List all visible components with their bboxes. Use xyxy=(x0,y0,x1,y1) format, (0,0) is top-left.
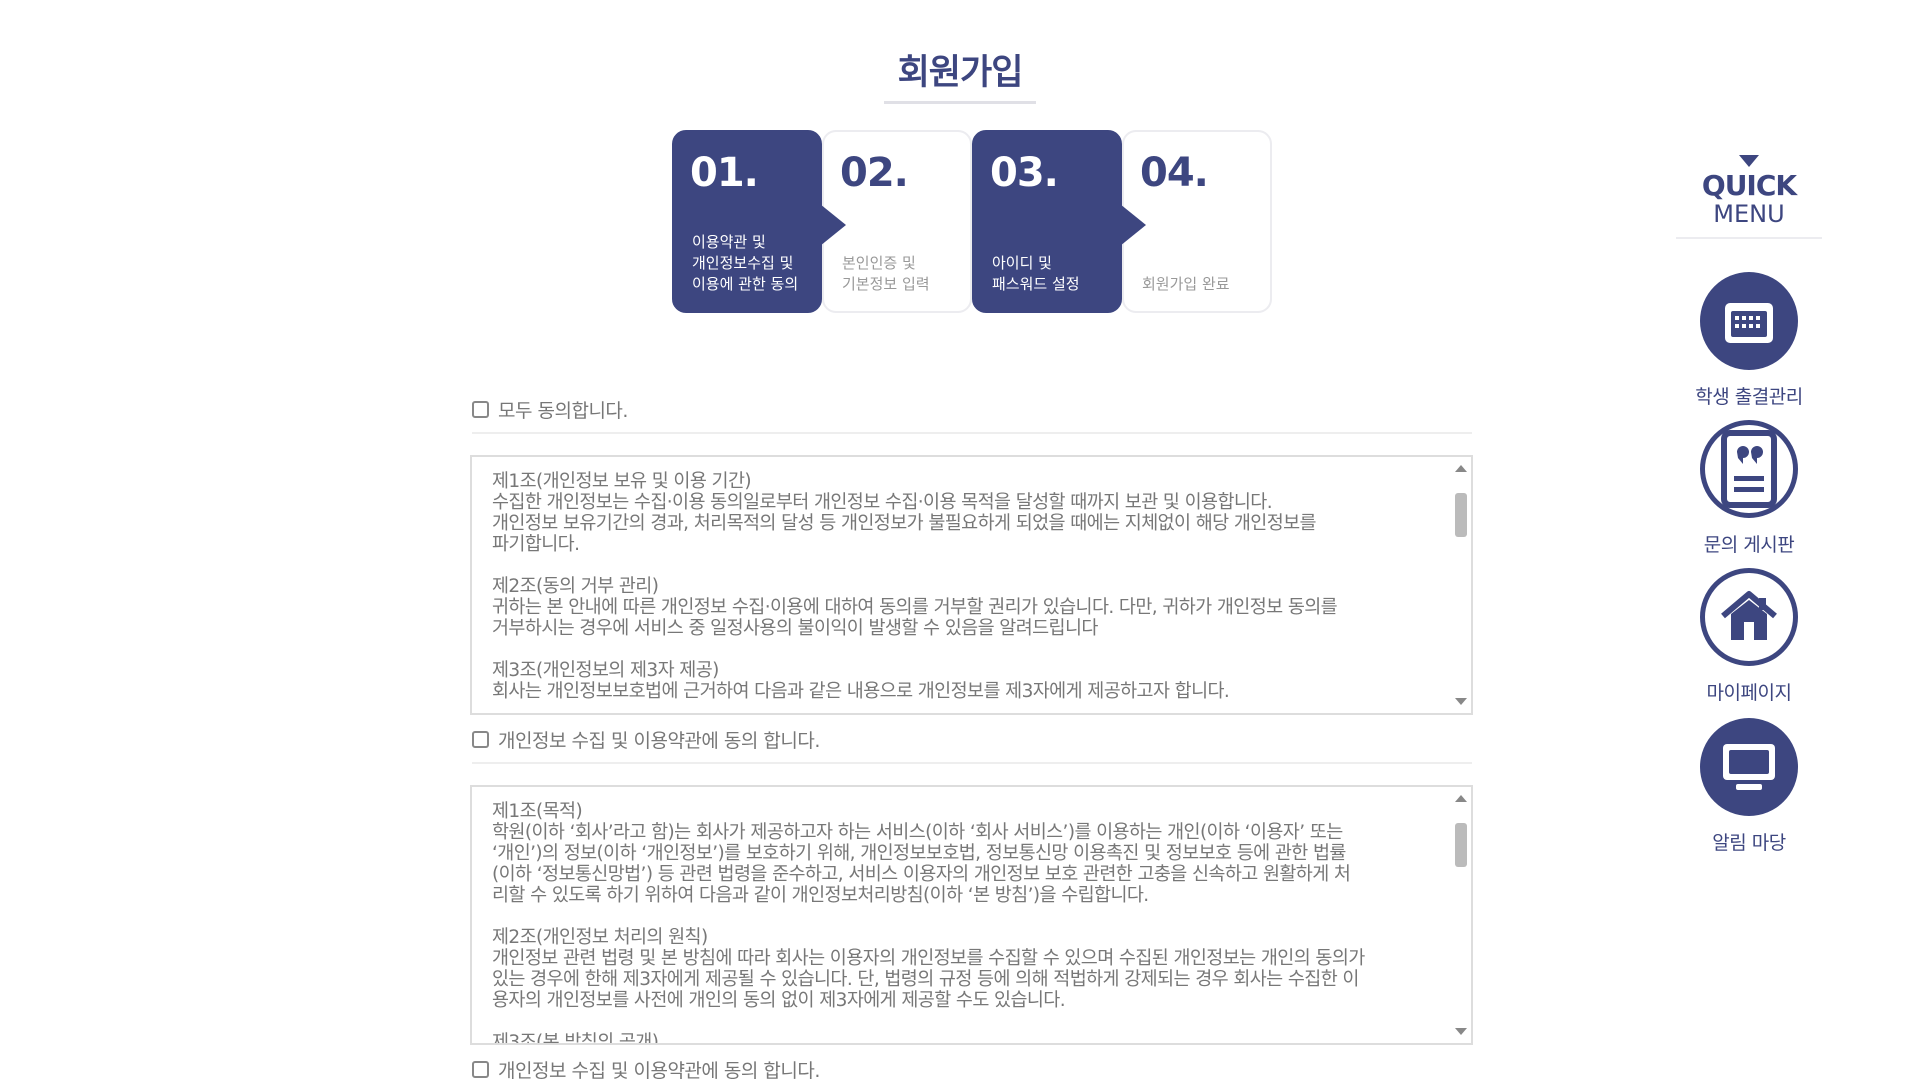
agree-all-checkbox[interactable] xyxy=(472,400,489,418)
step-description: 본인인증 및 기본정보 입력 xyxy=(842,254,930,293)
quick-item-label[interactable]: 문의 게시판 xyxy=(1676,530,1822,557)
scrollbar[interactable] xyxy=(1449,787,1471,1043)
step-3: 03. 아이디 및 패스워드 설정 xyxy=(972,130,1146,313)
quick-menu-header: QUICK MENU xyxy=(1676,155,1822,239)
terms-text: 제1조(개인정보 보유 및 이용 기간) 수집한 개인정보는 수집·이용 동의일로… xyxy=(492,471,1338,702)
step-number: 01. xyxy=(690,150,759,196)
terms-box-privacy-policy[interactable]: 제1조(목적) 학원(이하 ‘회사’라고 함)는 회사가 제공하고자 하는 서비스… xyxy=(470,785,1473,1045)
quote-note-icon[interactable] xyxy=(1700,420,1798,518)
scroll-thumb[interactable] xyxy=(1455,823,1467,867)
quick-item-inquiry-board[interactable]: 문의 게시판 xyxy=(1676,420,1822,557)
quick-item-mypage[interactable]: 마이페이지 xyxy=(1676,568,1822,705)
quick-item-label[interactable]: 학생 출결관리 xyxy=(1676,382,1822,409)
quick-item-label[interactable]: 알림 마당 xyxy=(1676,828,1822,855)
agree-all-label[interactable]: 모두 동의합니다. xyxy=(498,396,628,423)
quick-item-notice[interactable]: 알림 마당 xyxy=(1676,718,1822,855)
scroll-up-icon[interactable] xyxy=(1455,795,1467,802)
step-number: 02. xyxy=(840,150,909,196)
agree-terms1-checkbox[interactable] xyxy=(472,730,489,748)
agree-terms2-checkbox[interactable] xyxy=(472,1060,489,1078)
page-header: 회원가입 xyxy=(0,44,1920,104)
agree-all-row[interactable]: 모두 동의합니다. xyxy=(472,394,1472,424)
agree-terms2-label[interactable]: 개인정보 수집 및 이용약관에 동의 합니다. xyxy=(498,1056,820,1083)
step-description: 회원가입 완료 xyxy=(1142,275,1230,293)
divider xyxy=(472,762,1472,764)
quick-menu: QUICK MENU xyxy=(1676,155,1822,239)
step-arrow-icon xyxy=(820,204,846,246)
page-title: 회원가입 xyxy=(883,44,1037,104)
step-description: 아이디 및 패스워드 설정 xyxy=(992,254,1080,293)
step-number: 03. xyxy=(990,150,1059,196)
agree-terms1-label[interactable]: 개인정보 수집 및 이용약관에 동의 합니다. xyxy=(498,726,820,753)
step-arrow-icon xyxy=(1120,204,1146,246)
scroll-down-icon[interactable] xyxy=(1455,1028,1467,1035)
signup-steps: 01. 이용약관 및 개인정보수집 및 이용에 관한 동의 02. 본인인증 및 기본… xyxy=(672,130,1272,313)
terms-box-retention[interactable]: 제1조(개인정보 보유 및 이용 기간) 수집한 개인정보는 수집·이용 동의일로… xyxy=(470,455,1473,715)
step-description: 이용약관 및 개인정보수집 및 이용에 관한 동의 xyxy=(692,233,799,293)
triangle-down-icon xyxy=(1739,155,1759,167)
monitor-icon[interactable] xyxy=(1700,718,1798,816)
step-1: 01. 이용약관 및 개인정보수집 및 이용에 관한 동의 xyxy=(672,130,846,313)
scroll-down-icon[interactable] xyxy=(1455,698,1467,705)
terms-text: 제1조(목적) 학원(이하 ‘회사’라고 함)는 회사가 제공하고자 하는 서비스… xyxy=(492,801,1365,1045)
step-number: 04. xyxy=(1140,150,1209,196)
scrollbar[interactable] xyxy=(1449,457,1471,713)
scroll-thumb[interactable] xyxy=(1455,493,1467,537)
home-icon[interactable] xyxy=(1700,568,1798,666)
quick-item-label[interactable]: 마이페이지 xyxy=(1676,678,1822,705)
divider xyxy=(472,432,1472,434)
calendar-icon[interactable] xyxy=(1700,272,1798,370)
scroll-up-icon[interactable] xyxy=(1455,465,1467,472)
quick-item-attendance[interactable]: 학생 출결관리 xyxy=(1676,272,1822,409)
agree-terms1-row[interactable]: 개인정보 수집 및 이용약관에 동의 합니다. xyxy=(472,724,1472,754)
